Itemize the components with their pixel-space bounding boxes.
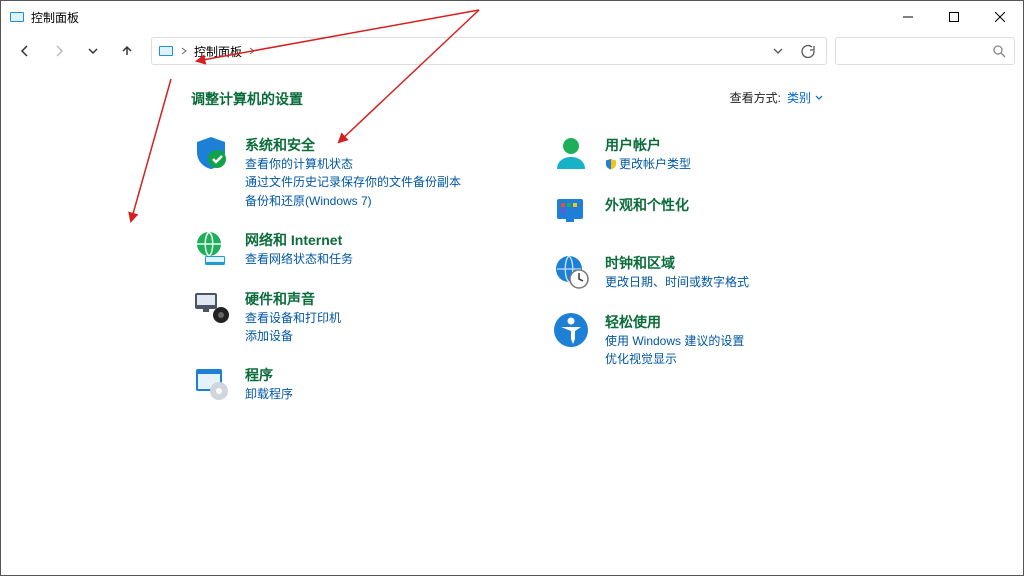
- titlebar: 控制面板: [1, 1, 1023, 33]
- category-texts: 程序卸载程序: [245, 363, 293, 403]
- address-bar[interactable]: 控制面板: [151, 37, 827, 65]
- refresh-button[interactable]: [796, 39, 820, 63]
- minimize-button[interactable]: [885, 1, 931, 33]
- control-panel-app-icon: [9, 9, 25, 25]
- category-texts: 外观和个性化: [605, 193, 689, 233]
- uac-shield-icon: [605, 158, 617, 175]
- nav-up-button[interactable]: [111, 37, 143, 65]
- category-title[interactable]: 时钟和区域: [605, 253, 749, 273]
- view-mode-dropdown[interactable]: 类别: [787, 89, 823, 106]
- category-link[interactable]: 添加设备: [245, 328, 341, 345]
- breadcrumb-chevron-icon: [180, 44, 188, 58]
- address-history-chevron-icon[interactable]: [766, 39, 790, 63]
- category-title[interactable]: 网络和 Internet: [245, 230, 353, 250]
- category-item: 用户帐户更改帐户类型: [551, 133, 851, 175]
- maximize-button[interactable]: [931, 1, 977, 33]
- window-root: 控制面板 控制面板 调整计算机的设置: [0, 0, 1024, 576]
- nav-forward-button[interactable]: [43, 37, 75, 65]
- category-title[interactable]: 轻松使用: [605, 312, 744, 332]
- left-column: 系统和安全查看你的计算机状态通过文件历史记录保存你的文件备份副本备份和还原(Wi…: [191, 133, 491, 404]
- window-title: 控制面板: [31, 9, 79, 26]
- navbar: 控制面板: [1, 33, 1023, 69]
- category-link[interactable]: 优化视觉显示: [605, 351, 744, 368]
- category-texts: 时钟和区域更改日期、时间或数字格式: [605, 251, 749, 291]
- search-icon: [992, 44, 1006, 58]
- category-link[interactable]: 备份和还原(Windows 7): [245, 193, 461, 210]
- window-controls: [885, 1, 1023, 33]
- content-area: 调整计算机的设置 查看方式: 类别 系统和安全查看你的计算机状态通过文件历史记录…: [1, 69, 1023, 575]
- view-mode-value: 类别: [787, 89, 811, 106]
- view-mode-label: 查看方式:: [730, 89, 781, 106]
- category-icon: [551, 133, 591, 173]
- category-item: 硬件和声音查看设备和打印机添加设备: [191, 287, 491, 346]
- view-mode-row: 查看方式: 类别: [730, 89, 823, 106]
- category-link[interactable]: 查看你的计算机状态: [245, 156, 461, 173]
- category-texts: 网络和 Internet查看网络状态和任务: [245, 228, 353, 268]
- category-texts: 用户帐户更改帐户类型: [605, 133, 691, 175]
- category-icon: [191, 363, 231, 403]
- category-title[interactable]: 系统和安全: [245, 135, 461, 155]
- page-heading: 调整计算机的设置: [191, 89, 1023, 109]
- category-item: 时钟和区域更改日期、时间或数字格式: [551, 251, 851, 291]
- chevron-down-icon: [815, 94, 823, 102]
- category-title[interactable]: 硬件和声音: [245, 289, 341, 309]
- category-item: 轻松使用使用 Windows 建议的设置优化视觉显示: [551, 310, 851, 369]
- category-item: 外观和个性化: [551, 193, 851, 233]
- category-columns: 系统和安全查看你的计算机状态通过文件历史记录保存你的文件备份副本备份和还原(Wi…: [191, 133, 1023, 404]
- nav-back-button[interactable]: [9, 37, 41, 65]
- category-link[interactable]: 通过文件历史记录保存你的文件备份副本: [245, 174, 461, 191]
- category-icon: [551, 251, 591, 291]
- category-title[interactable]: 用户帐户: [605, 135, 691, 155]
- address-control-panel-icon: [158, 43, 174, 59]
- category-link[interactable]: 查看网络状态和任务: [245, 251, 353, 268]
- breadcrumb-chevron-icon: [248, 44, 256, 58]
- category-icon: [191, 133, 231, 173]
- search-input[interactable]: [835, 37, 1015, 65]
- category-texts: 硬件和声音查看设备和打印机添加设备: [245, 287, 341, 346]
- category-title[interactable]: 外观和个性化: [605, 195, 689, 215]
- category-icon: [191, 287, 231, 327]
- titlebar-left: 控制面板: [9, 9, 79, 26]
- category-icon: [191, 228, 231, 268]
- category-title[interactable]: 程序: [245, 365, 293, 385]
- close-button[interactable]: [977, 1, 1023, 33]
- category-icon: [551, 193, 591, 233]
- category-link[interactable]: 使用 Windows 建议的设置: [605, 333, 744, 350]
- breadcrumb-root[interactable]: 控制面板: [194, 43, 242, 60]
- category-link[interactable]: 卸载程序: [245, 386, 293, 403]
- category-item: 系统和安全查看你的计算机状态通过文件历史记录保存你的文件备份副本备份和还原(Wi…: [191, 133, 491, 210]
- category-link[interactable]: 查看设备和打印机: [245, 310, 341, 327]
- category-texts: 轻松使用使用 Windows 建议的设置优化视觉显示: [605, 310, 744, 369]
- category-icon: [551, 310, 591, 350]
- nav-recent-button[interactable]: [77, 37, 109, 65]
- category-texts: 系统和安全查看你的计算机状态通过文件历史记录保存你的文件备份副本备份和还原(Wi…: [245, 133, 461, 210]
- category-link[interactable]: 更改日期、时间或数字格式: [605, 274, 749, 291]
- category-link[interactable]: 更改帐户类型: [605, 156, 691, 175]
- right-column: 用户帐户更改帐户类型外观和个性化时钟和区域更改日期、时间或数字格式轻松使用使用 …: [551, 133, 851, 404]
- category-item: 网络和 Internet查看网络状态和任务: [191, 228, 491, 268]
- category-item: 程序卸载程序: [191, 363, 491, 403]
